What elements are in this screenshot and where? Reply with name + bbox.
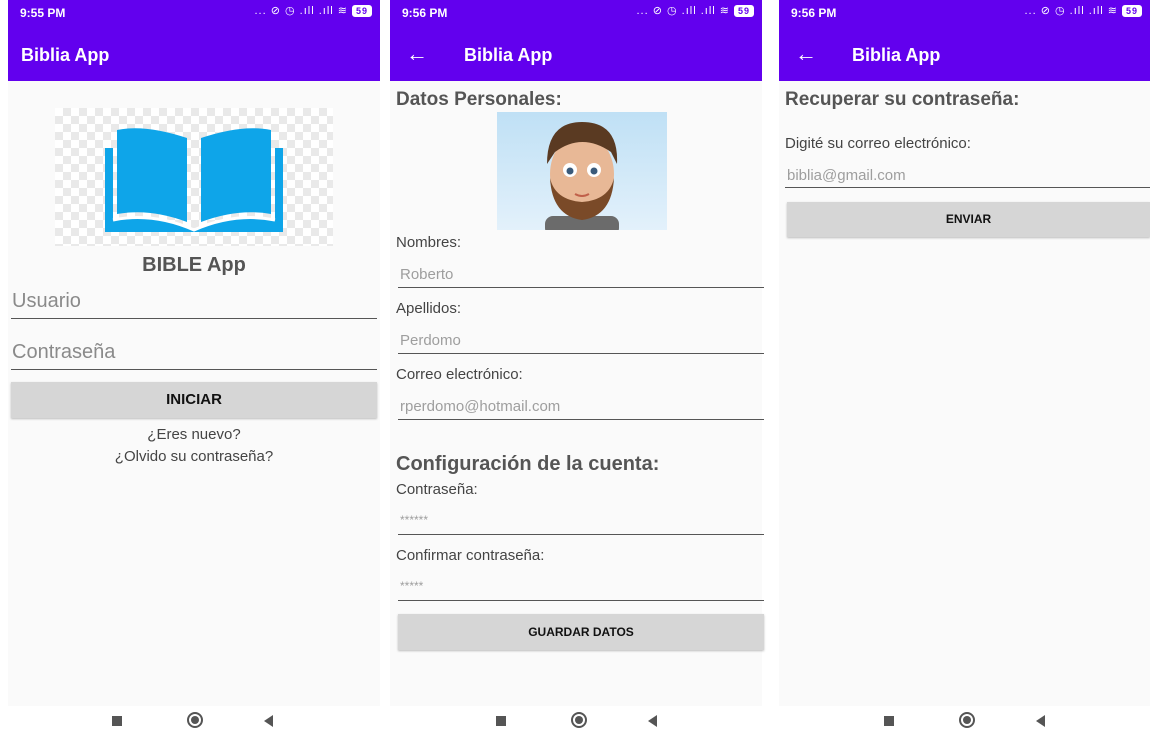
password-underline bbox=[398, 534, 764, 535]
nav-back-icon[interactable] bbox=[1036, 715, 1045, 727]
password-field[interactable]: ****** bbox=[400, 513, 428, 527]
confirm-password-underline bbox=[398, 600, 764, 601]
last-name-label: Apellidos: bbox=[396, 300, 462, 317]
signal-icons: ... ⊘ ◷ .ıll .ıll ≋ bbox=[1024, 5, 1118, 17]
password-underline bbox=[11, 369, 377, 370]
battery-icon: 59 bbox=[351, 4, 372, 17]
avatar bbox=[497, 112, 667, 230]
home-icon[interactable] bbox=[959, 712, 975, 728]
nav-back-icon[interactable] bbox=[264, 715, 273, 727]
login-screen: 9:55 PM ... ⊘ ◷ .ıll .ıll ≋ 59 Biblia Ap… bbox=[8, 0, 380, 736]
status-time: 9:56 PM bbox=[402, 6, 448, 20]
signal-icons: ... ⊘ ◷ .ıll .ıll ≋ bbox=[254, 5, 348, 17]
recover-heading: Recuperar su contraseña: bbox=[785, 89, 1020, 110]
app-title: Biblia App bbox=[852, 45, 941, 65]
brand-title: BIBLE App bbox=[142, 254, 246, 276]
home-icon[interactable] bbox=[187, 712, 203, 728]
status-icons: ... ⊘ ◷ .ıll .ıll ≋ 59 bbox=[636, 4, 754, 17]
save-data-button[interactable]: GUARDAR DATOS bbox=[398, 614, 764, 650]
username-input[interactable]: Usuario bbox=[12, 290, 81, 313]
home-icon[interactable] bbox=[571, 712, 587, 728]
confirm-password-field[interactable]: ***** bbox=[400, 579, 423, 593]
app-bar: Biblia App bbox=[8, 29, 380, 81]
section-account-heading: Configuración de la cuenta: bbox=[396, 453, 660, 475]
new-user-link[interactable]: ¿Eres nuevo? bbox=[8, 426, 380, 443]
first-name-field[interactable]: Roberto bbox=[400, 266, 453, 283]
first-name-label: Nombres: bbox=[396, 234, 462, 251]
nav-back-icon[interactable] bbox=[648, 715, 657, 727]
status-bar: 9:56 PM ... ⊘ ◷ .ıll .ıll ≋ 59 bbox=[390, 0, 762, 29]
email-underline bbox=[785, 187, 1150, 188]
back-arrow-icon[interactable]: ← bbox=[406, 41, 428, 67]
email-underline bbox=[398, 419, 764, 420]
recents-icon[interactable] bbox=[496, 716, 506, 726]
profile-screen: 9:56 PM ... ⊘ ◷ .ıll .ıll ≋ 59 ← Biblia … bbox=[390, 0, 764, 736]
forgot-password-link[interactable]: ¿Olvido su contraseña? bbox=[8, 448, 380, 465]
bible-logo-image bbox=[55, 108, 333, 246]
system-nav-bar bbox=[8, 706, 380, 736]
first-name-underline bbox=[398, 287, 764, 288]
username-underline bbox=[11, 318, 377, 319]
status-time: 9:55 PM bbox=[20, 6, 66, 20]
password-input[interactable]: Contraseña bbox=[12, 341, 115, 364]
signal-icons: ... ⊘ ◷ .ıll .ıll ≋ bbox=[636, 5, 730, 17]
status-icons: ... ⊘ ◷ .ıll .ıll ≋ 59 bbox=[254, 4, 372, 17]
avatar-face-icon bbox=[545, 122, 619, 230]
login-button[interactable]: INICIAR bbox=[11, 382, 377, 418]
last-name-underline bbox=[398, 353, 764, 354]
status-icons: ... ⊘ ◷ .ıll .ıll ≋ 59 bbox=[1024, 4, 1142, 17]
system-nav-bar bbox=[390, 706, 762, 736]
book-icon bbox=[105, 128, 283, 232]
status-time: 9:56 PM bbox=[791, 6, 837, 20]
app-bar: ← Biblia App bbox=[390, 29, 762, 81]
email-field[interactable]: rperdomo@hotmail.com bbox=[400, 398, 560, 415]
status-bar: 9:55 PM ... ⊘ ◷ .ıll .ıll ≋ 59 bbox=[8, 0, 380, 29]
recover-password-screen: 9:56 PM ... ⊘ ◷ .ıll .ıll ≋ 59 ← Biblia … bbox=[779, 0, 1150, 736]
last-name-field[interactable]: Perdomo bbox=[400, 332, 461, 349]
recents-icon[interactable] bbox=[884, 716, 894, 726]
app-bar: ← Biblia App bbox=[779, 29, 1150, 81]
app-title: Biblia App bbox=[464, 45, 553, 65]
recents-icon[interactable] bbox=[112, 716, 122, 726]
status-bar: 9:56 PM ... ⊘ ◷ .ıll .ıll ≋ 59 bbox=[779, 0, 1150, 29]
email-input[interactable]: biblia@gmail.com bbox=[787, 167, 906, 184]
battery-icon: 59 bbox=[1121, 4, 1142, 17]
back-arrow-icon[interactable]: ← bbox=[795, 41, 817, 67]
battery-icon: 59 bbox=[733, 4, 754, 17]
email-prompt-label: Digité su correo electrónico: bbox=[785, 135, 971, 152]
send-button[interactable]: ENVIAR bbox=[787, 202, 1150, 237]
email-label: Correo electrónico: bbox=[396, 366, 523, 383]
section-personal-heading: Datos Personales: bbox=[396, 89, 562, 110]
app-title: Biblia App bbox=[21, 45, 110, 65]
confirm-password-label: Confirmar contraseña: bbox=[396, 547, 545, 564]
system-nav-bar bbox=[779, 706, 1150, 736]
password-label: Contraseña: bbox=[396, 481, 478, 498]
